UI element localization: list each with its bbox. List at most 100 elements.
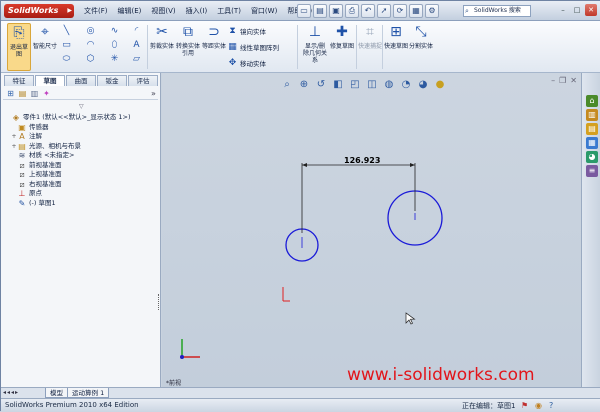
rapid-snap-button[interactable]: ⌗ 快速捕捉 — [358, 23, 382, 71]
move-entities-button[interactable]: ✥ 移动实体 — [227, 57, 266, 69]
tree-item-label: 前视基准面 — [29, 160, 62, 169]
config-manager-icon[interactable]: ▥ — [30, 89, 39, 98]
spline-tool[interactable]: ∿ — [109, 25, 122, 37]
feature-tree-icon[interactable]: ⊞ — [6, 89, 15, 98]
tree-item-front-plane[interactable]: ⧄ 前视基准面 — [5, 161, 157, 171]
tab-model[interactable]: 模型 — [45, 388, 68, 398]
tab-features[interactable]: 特征 — [4, 75, 34, 86]
help-status-icon[interactable]: ? — [549, 401, 553, 410]
menu-tools[interactable]: 工具(T) — [212, 6, 246, 16]
filter-icon[interactable]: ▽ — [79, 103, 84, 110]
point-tool[interactable]: ✳ — [109, 53, 122, 65]
fillet-tool[interactable]: ◜ — [131, 25, 144, 37]
appearances-icon[interactable]: ◕ — [586, 151, 598, 163]
ribbon-separator — [356, 25, 357, 69]
menu-window[interactable]: 窗口(W) — [246, 6, 282, 16]
ellipse-tool[interactable]: ⬯ — [109, 39, 122, 51]
split-entities-button[interactable]: ⤡ 分割实体 — [409, 23, 433, 71]
tree-item-label: 传感器 — [29, 122, 49, 131]
status-edition: SolidWorks Premium 2010 x64 Edition — [5, 401, 139, 409]
plane-tool[interactable]: ▱ — [131, 53, 144, 65]
split-icon: ⤡ — [415, 24, 427, 40]
view-palette-icon[interactable]: ▦ — [586, 137, 598, 149]
tree-item-origin[interactable]: ⊥ 原点 — [5, 189, 157, 199]
tab-evaluate[interactable]: 评估 — [128, 75, 158, 86]
new-document-icon[interactable]: ▭ — [297, 4, 311, 18]
slot-icon: ⬭ — [62, 54, 71, 64]
expand-panel-icon[interactable]: » — [149, 89, 158, 98]
sketch-canvas[interactable] — [162, 73, 581, 387]
tree-item-top-plane[interactable]: ⧄ 上视基准面 — [5, 170, 157, 180]
menu-insert[interactable]: 插入(I) — [181, 6, 213, 16]
linear-pattern-button[interactable]: ▦ 线性草图阵列 — [227, 41, 279, 53]
exit-sketch-icon: ⎘ — [13, 25, 25, 41]
design-library-icon[interactable]: ▥ — [586, 109, 598, 121]
graphics-area[interactable]: ⌕ ⊕ ↺ ◧ ◰ ◫ ◍ ◔ ◕ ● – ❐ ✕ 126.923 *前视 ww… — [162, 73, 581, 387]
minimize-icon[interactable]: – — [557, 4, 569, 16]
ellipse-icon: ⬯ — [111, 40, 118, 50]
smart-dimension-button[interactable]: ⌖ 智能尺寸 — [33, 23, 57, 71]
relations-icon: ⊥ — [308, 24, 322, 40]
convert-entities-button[interactable]: ⧉ 转换实体引用 — [176, 23, 200, 71]
offset-entities-button[interactable]: ⊃ 等距实体 — [202, 23, 226, 71]
tab-sheet-metal[interactable]: 钣金 — [97, 75, 127, 86]
trim-entities-button[interactable]: ✂ 剪裁实体 — [150, 23, 174, 71]
linear-pattern-icon: ▦ — [228, 42, 237, 52]
resources-icon[interactable]: ⌂ — [586, 95, 598, 107]
tree-item-right-plane[interactable]: ⧄ 右视基准面 — [5, 180, 157, 190]
dimension-value[interactable]: 126.923 — [344, 156, 380, 165]
tree-item-sensors[interactable]: ▣ 传感器 — [5, 123, 157, 133]
close-icon[interactable]: ✕ — [585, 4, 597, 16]
solidworks-logo-button[interactable]: SolidWorks ▶ — [4, 4, 74, 18]
ribbon-separator — [147, 25, 148, 69]
sketch-command-manager: ⎘ 退出草图 ⌖ 智能尺寸 ╲ ▭ ⬭ ◎ ◠ ⬡ ∿ ⬯ ✳ ◜ A ▱ ✂ … — [1, 21, 600, 73]
tree-item-part[interactable]: ◈ 零件1 (默认<<默认>_显示状态 1>) — [5, 113, 157, 123]
options-icon[interactable]: ⚙ — [425, 4, 439, 18]
slot-tool[interactable]: ⬭ — [61, 53, 74, 65]
text-tool[interactable]: A — [131, 39, 144, 51]
tree-item-material[interactable]: ≋ 材质 <未指定> — [5, 151, 157, 161]
rebuild-status-icon[interactable]: ⚑ — [521, 401, 528, 410]
open-folder-icon[interactable]: ▤ — [313, 4, 327, 18]
undo-icon[interactable]: ↶ — [361, 4, 375, 18]
property-manager-icon[interactable]: ▤ — [18, 89, 27, 98]
custom-properties-icon[interactable]: ≡ — [586, 165, 598, 177]
tree-item-annotations[interactable]: + A 注解 — [5, 132, 157, 142]
rebuild-icon[interactable]: ⟳ — [393, 4, 407, 18]
display-manager-icon[interactable]: ✦ — [42, 89, 51, 98]
repair-sketch-button[interactable]: ✚ 修复草图 — [330, 23, 354, 71]
menu-file[interactable]: 文件(F) — [79, 6, 113, 16]
menu-view[interactable]: 视图(V) — [146, 6, 180, 16]
search-field[interactable]: ⌕ SolidWorks 搜索 — [463, 5, 531, 17]
tree-item-label: 原点 — [29, 189, 42, 197]
tab-sketch[interactable]: 草图 — [35, 75, 65, 86]
tooltip-status-icon[interactable]: ◉ — [535, 401, 542, 410]
tab-motion-study[interactable]: 运动算例 1 — [67, 388, 110, 398]
mouse-cursor-icon — [405, 312, 416, 325]
print-icon[interactable]: ⎙ — [345, 4, 359, 18]
menu-edit[interactable]: 编辑(E) — [113, 6, 147, 16]
arc-tool[interactable]: ◠ — [85, 39, 98, 51]
save-icon[interactable]: ▣ — [329, 4, 343, 18]
mirror-entities-button[interactable]: ⧗ 镜向实体 — [227, 25, 266, 37]
file-explorer-icon[interactable]: ▤ — [586, 123, 598, 135]
rectangle-tool[interactable]: ▭ — [61, 39, 74, 51]
polygon-tool[interactable]: ⬡ — [85, 53, 98, 65]
circle-tool[interactable]: ◎ — [85, 25, 98, 37]
display-relations-button[interactable]: ⊥ 显示/删除几何关系 — [302, 23, 328, 71]
tree-item-sketch1[interactable]: ✎ (-) 草图1 — [5, 199, 157, 209]
tab-nav-arrows-icon[interactable]: ◂◂◂▸ — [3, 389, 19, 396]
smart-dimension-label: 智能尺寸 — [33, 43, 58, 50]
exit-sketch-button[interactable]: ⎘ 退出草图 — [7, 23, 31, 71]
title-bar: SolidWorks ▶ 文件(F) 编辑(E) 视图(V) 插入(I) 工具(… — [1, 1, 600, 21]
tree-item-lights[interactable]: + ▤ 光源、相机与布景 — [5, 142, 157, 152]
rapid-sketch-button[interactable]: ⊞ 快速草图 — [384, 23, 408, 71]
file-properties-icon[interactable]: ▦ — [409, 4, 423, 18]
tab-surfaces[interactable]: 曲面 — [66, 75, 96, 86]
move-icon: ✥ — [228, 58, 237, 68]
line-tool[interactable]: ╲ — [61, 25, 74, 37]
line-icon: ╲ — [63, 26, 70, 36]
select-icon[interactable]: ➚ — [377, 4, 391, 18]
maximize-icon[interactable]: □ — [571, 4, 583, 16]
watermark-text: www.i-solidworks.com — [347, 365, 535, 385]
